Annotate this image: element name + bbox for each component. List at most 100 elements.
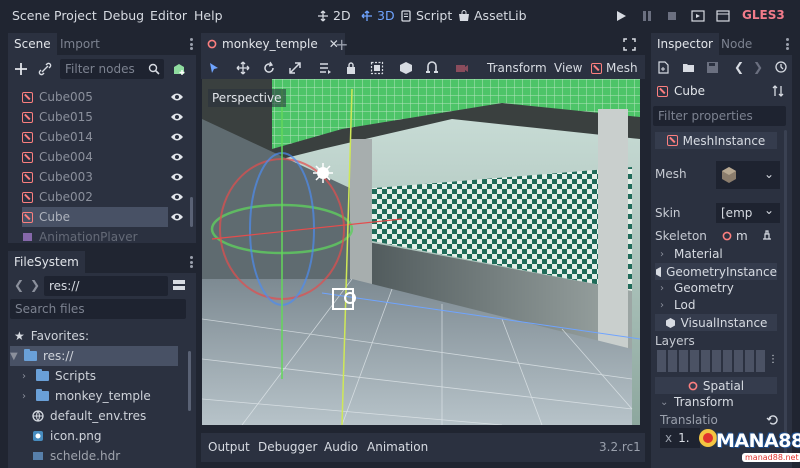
tab-inspector[interactable]: Inspector <box>651 33 719 55</box>
save-icon[interactable] <box>706 61 719 74</box>
mesh-menu[interactable]: Mesh <box>591 61 638 75</box>
lod-group[interactable]: › Lod <box>660 298 695 312</box>
back-arrow-icon[interactable]: ❮ <box>14 278 24 292</box>
visibility-eye-icon[interactable] <box>170 112 184 122</box>
tab-audio[interactable]: Audio <box>324 440 358 454</box>
menu-help[interactable]: Help <box>194 8 223 23</box>
play-scene-icon[interactable] <box>691 9 705 23</box>
tool-sort-icon[interactable] <box>772 84 784 98</box>
viewport-3d[interactable]: Perspective <box>202 79 640 425</box>
play-custom-icon[interactable] <box>716 9 730 23</box>
workspace-2d-button[interactable]: 2D <box>317 8 351 23</box>
visibility-eye-icon[interactable] <box>170 212 184 222</box>
workspace-assetlib-button[interactable]: AssetLib <box>458 8 527 23</box>
instance-scene-icon[interactable] <box>172 62 186 76</box>
layers-grid[interactable] <box>657 350 767 372</box>
fs-item-icon-png[interactable]: icon.png <box>32 426 102 446</box>
filesystem-menu-icon[interactable] <box>190 256 193 268</box>
perspective-menu[interactable]: Perspective <box>208 89 286 107</box>
tree-node-cube005[interactable]: Cube005 <box>22 87 168 107</box>
translation-x-field[interactable]: x 1. <box>660 428 700 448</box>
visibility-eye-icon[interactable] <box>170 192 184 202</box>
tab-scene[interactable]: Scene <box>8 33 57 55</box>
fs-item-scripts[interactable]: › Scripts <box>22 366 96 386</box>
fs-item-default-env[interactable]: default_env.tres <box>32 406 146 426</box>
tree-node-cube[interactable]: Cube <box>22 207 168 227</box>
new-resource-icon[interactable] <box>657 61 670 74</box>
tree-node-cube004[interactable]: Cube004 <box>22 147 168 167</box>
new-tab-icon[interactable]: + <box>335 35 348 54</box>
geometry-group[interactable]: › Geometry <box>660 281 734 295</box>
fs-item-res[interactable]: ▼ res:// <box>10 346 178 366</box>
split-mode-icon[interactable] <box>172 279 186 292</box>
camera-override-icon[interactable] <box>455 61 469 75</box>
material-group[interactable]: › Material <box>660 247 723 261</box>
scale-mode-icon[interactable] <box>288 61 302 75</box>
visibility-eye-icon[interactable] <box>170 132 184 142</box>
stop-icon[interactable] <box>665 9 679 23</box>
tree-node-cube015[interactable]: Cube015 <box>22 107 168 127</box>
tab-debugger[interactable]: Debugger <box>258 440 317 454</box>
scene-tabbar: Scene Import <box>8 33 196 55</box>
fs-item-monkey-temple[interactable]: › monkey_temple <box>22 386 151 406</box>
forward-arrow-icon[interactable]: ❯ <box>30 278 40 292</box>
tab-monkey-temple[interactable]: monkey_temple ✕ <box>201 33 345 55</box>
transform-menu[interactable]: Transform <box>487 61 547 75</box>
workspace-2d-label: 2D <box>333 8 351 23</box>
tree-node-animationplayer[interactable]: AnimationPlayer <box>22 227 168 241</box>
filter-properties-input[interactable]: Filter properties <box>653 106 786 126</box>
renderer-label[interactable]: GLES3 <box>742 8 785 22</box>
link-icon[interactable] <box>38 62 52 76</box>
tab-node[interactable]: Node <box>715 33 758 55</box>
skeleton-field[interactable]: m <box>722 229 748 243</box>
scene-menu-icon[interactable] <box>190 38 193 50</box>
clear-icon[interactable] <box>761 229 773 241</box>
menu-editor[interactable]: Editor <box>150 8 187 23</box>
object-history-icon[interactable] <box>775 61 788 74</box>
fs-item-schelde-hdr[interactable]: schelde.hdr <box>32 446 120 466</box>
filesystem-scrollbar[interactable] <box>188 351 191 411</box>
tab-import[interactable]: Import <box>54 33 106 55</box>
local-space-icon[interactable] <box>399 61 413 75</box>
tree-node-cube014[interactable]: Cube014 <box>22 127 168 147</box>
open-folder-icon[interactable] <box>682 61 695 74</box>
menu-project[interactable]: Project <box>54 8 97 23</box>
group-icon[interactable] <box>370 61 384 75</box>
history-forward-icon[interactable]: ❯ <box>753 60 763 74</box>
visibility-eye-icon[interactable] <box>170 152 184 162</box>
skin-field[interactable]: [emp ⌄ <box>716 203 780 223</box>
tree-node-cube002[interactable]: Cube002 <box>22 187 168 207</box>
inspector-scrollbar[interactable] <box>784 130 787 460</box>
menu-debug[interactable]: Debug <box>103 8 144 23</box>
pause-icon[interactable] <box>640 9 654 23</box>
layers-menu-icon[interactable]: ⋮ <box>768 354 778 365</box>
list-select-icon[interactable] <box>318 61 332 75</box>
lock-icon[interactable] <box>344 61 358 75</box>
workspace-script-button[interactable]: Script <box>400 8 452 23</box>
snap-icon[interactable] <box>425 61 439 75</box>
play-icon[interactable] <box>614 9 628 23</box>
workspace-3d-button[interactable]: 3D <box>361 8 395 23</box>
mesh-resource-picker[interactable]: ⌄ <box>716 161 780 189</box>
selected-node[interactable]: Cube <box>657 84 705 98</box>
visibility-eye-icon[interactable] <box>170 92 184 102</box>
tree-node-cube003[interactable]: Cube003 <box>22 167 168 187</box>
search-files-input[interactable]: Search files <box>10 299 186 319</box>
tab-filesystem[interactable]: FileSystem <box>8 251 85 273</box>
tab-animation[interactable]: Animation <box>367 440 428 454</box>
inspector-menu-icon[interactable] <box>786 38 789 50</box>
add-node-icon[interactable] <box>14 62 28 76</box>
scene-scrollbar[interactable] <box>190 197 193 227</box>
favorites-row[interactable]: ★ Favorites: <box>14 326 89 346</box>
history-back-icon[interactable]: ❮ <box>734 60 744 74</box>
tab-output[interactable]: Output <box>208 440 250 454</box>
menu-scene[interactable]: Scene <box>12 8 50 23</box>
select-mode-icon[interactable] <box>207 61 221 75</box>
fullscreen-icon[interactable] <box>623 38 636 51</box>
rotate-mode-icon[interactable] <box>262 61 276 75</box>
transform-group[interactable]: ⌄ Transform <box>660 395 734 409</box>
path-field[interactable]: res:// <box>44 276 168 296</box>
move-mode-icon[interactable] <box>236 61 250 75</box>
visibility-eye-icon[interactable] <box>170 172 184 182</box>
view-menu[interactable]: View <box>554 61 582 75</box>
